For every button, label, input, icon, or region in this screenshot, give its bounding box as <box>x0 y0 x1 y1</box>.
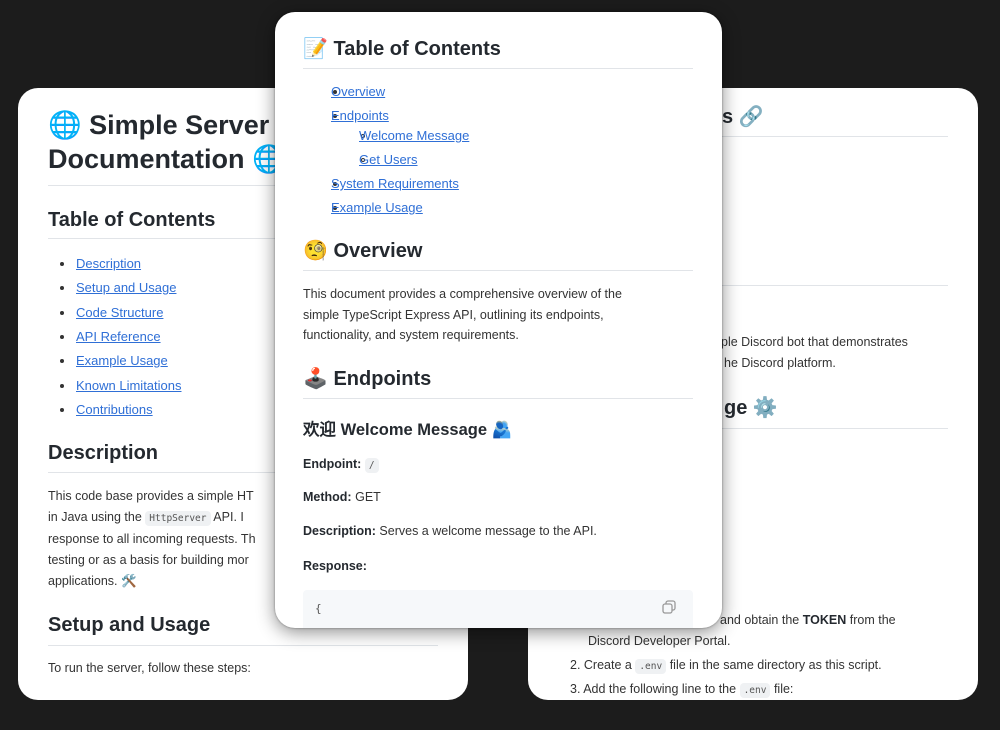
step-3: 3. Add the following line to the .env fi… <box>570 679 793 700</box>
response-code-block: { <box>303 590 693 628</box>
description-paragraph: This code base provides a simple HT in J… <box>48 486 256 592</box>
setup-text: To run the server, follow these steps: <box>48 661 251 675</box>
method-row: Method: GET <box>303 487 381 508</box>
doc-title-line2: Documentation 🌐 <box>48 144 286 174</box>
divider <box>708 428 948 429</box>
inline-code: .env <box>739 683 771 698</box>
divider <box>303 68 693 69</box>
overview-heading: 🧐 Overview <box>303 240 423 262</box>
toc-link[interactable]: Example Usage <box>76 353 168 368</box>
section-heading-fragment: ge ⚙️ <box>724 397 778 419</box>
toc-item: Overview <box>331 82 385 102</box>
toc-item: Example Usage <box>76 351 168 371</box>
toc-heading: 📝 Table of Contents <box>303 38 501 60</box>
bullet <box>60 262 64 266</box>
description-fragment-1: ple Discord bot that demonstrates <box>721 335 908 349</box>
text-line: simple TypeScript Express API, outlining… <box>303 307 604 322</box>
bullet <box>60 286 64 291</box>
text: 2. Create a <box>570 658 632 672</box>
bullet <box>60 334 64 339</box>
bold-text: TOKEN <box>802 613 847 627</box>
toc-link[interactable]: Endpoints <box>331 108 389 123</box>
text-line: in Java using the HttpServer API. I <box>48 507 256 529</box>
endpoint-row: Endpoint: / <box>303 454 379 476</box>
text-line: testing or as a basis for building mor <box>48 553 249 567</box>
toc-link[interactable]: Welcome Message <box>359 128 469 143</box>
toc-link[interactable]: Code Structure <box>76 305 163 320</box>
divider <box>303 398 693 399</box>
welcome-message-heading: 欢迎 Welcome Message 🫂 <box>303 421 513 439</box>
setup-heading: Setup and Usage <box>48 614 211 636</box>
toc-heading: Table of Contents <box>48 209 216 231</box>
label: Endpoint: <box>303 457 362 471</box>
text: and obtain the <box>720 613 800 627</box>
toc-item: Contributions <box>76 400 153 420</box>
overview-paragraph: This document provides a comprehensive o… <box>303 284 622 346</box>
label: Description: <box>303 524 376 538</box>
response-row: Response: <box>303 556 367 577</box>
toc-link[interactable]: Description <box>76 256 141 271</box>
toc-link[interactable]: Contributions <box>76 402 153 417</box>
toc-link[interactable]: API Reference <box>76 329 161 344</box>
step-1-line2: Discord Developer Portal. <box>588 634 731 648</box>
text: in Java using the <box>48 510 142 524</box>
toc-item: Known Limitations <box>76 376 182 396</box>
text-line: functionality, and system requirements. <box>303 328 519 342</box>
toc-item: Endpoints <box>331 106 389 126</box>
label: Response: <box>303 559 367 573</box>
code-line: { <box>315 602 322 615</box>
middle-document-card: 📝 Table of Contents Overview Endpoints W… <box>275 12 722 628</box>
description-fragment-2: he Discord platform. <box>724 356 836 370</box>
divider <box>303 270 693 271</box>
text: 3. Add the following line to the <box>570 682 737 696</box>
toc-item: Setup and Usage <box>76 278 176 298</box>
divider <box>708 136 948 137</box>
bullet <box>60 407 64 412</box>
toc-link[interactable]: Example Usage <box>331 200 423 215</box>
toc-link[interactable]: Overview <box>331 84 385 99</box>
toc-item: Description <box>76 254 141 274</box>
text-line: This code base provides a simple HT <box>48 489 254 503</box>
step-1-fragment: and obtain the TOKEN from the <box>720 610 896 631</box>
step-2: 2. Create a .env file in the same direct… <box>570 655 882 677</box>
value: Serves a welcome message to the API. <box>379 524 597 538</box>
divider <box>708 285 948 286</box>
toc-item: System Requirements <box>331 174 459 194</box>
toc-item: Welcome Message <box>359 126 469 146</box>
text: from the <box>849 613 896 627</box>
section-heading-fragment: s 🔗 <box>722 106 764 128</box>
inline-code: HttpServer <box>145 511 211 526</box>
divider <box>48 645 438 646</box>
text-line: applications. 🛠️ <box>48 574 137 588</box>
endpoints-heading: 🕹️ Endpoints <box>303 368 432 390</box>
text-line: This document provides a comprehensive o… <box>303 287 622 301</box>
doc-title-line1: 🌐 Simple Server <box>48 110 270 140</box>
text: file: <box>773 682 794 696</box>
text-line: response to all incoming requests. Th <box>48 532 256 546</box>
bullet <box>60 310 64 315</box>
description-heading: Description <box>48 442 159 464</box>
toc-item: Code Structure <box>76 303 163 323</box>
toc-link[interactable]: Get Users <box>359 152 418 167</box>
copy-icon[interactable] <box>662 600 676 619</box>
toc-link[interactable]: System Requirements <box>331 176 459 191</box>
toc-item: Get Users <box>359 150 418 170</box>
inline-code: / <box>364 458 379 473</box>
toc-link[interactable]: Known Limitations <box>76 378 182 393</box>
text: file in the same directory as this scrip… <box>669 658 882 672</box>
description-row: Description: Serves a welcome message to… <box>303 521 597 542</box>
inline-code: .env <box>635 659 667 674</box>
value: GET <box>355 490 381 504</box>
toc-item: API Reference <box>76 327 161 347</box>
toc-link[interactable]: Setup and Usage <box>76 280 176 295</box>
bullet <box>60 359 64 364</box>
toc-item: Example Usage <box>331 198 423 218</box>
label: Method: <box>303 490 352 504</box>
bullet <box>60 383 64 388</box>
text: API. I <box>213 510 244 524</box>
